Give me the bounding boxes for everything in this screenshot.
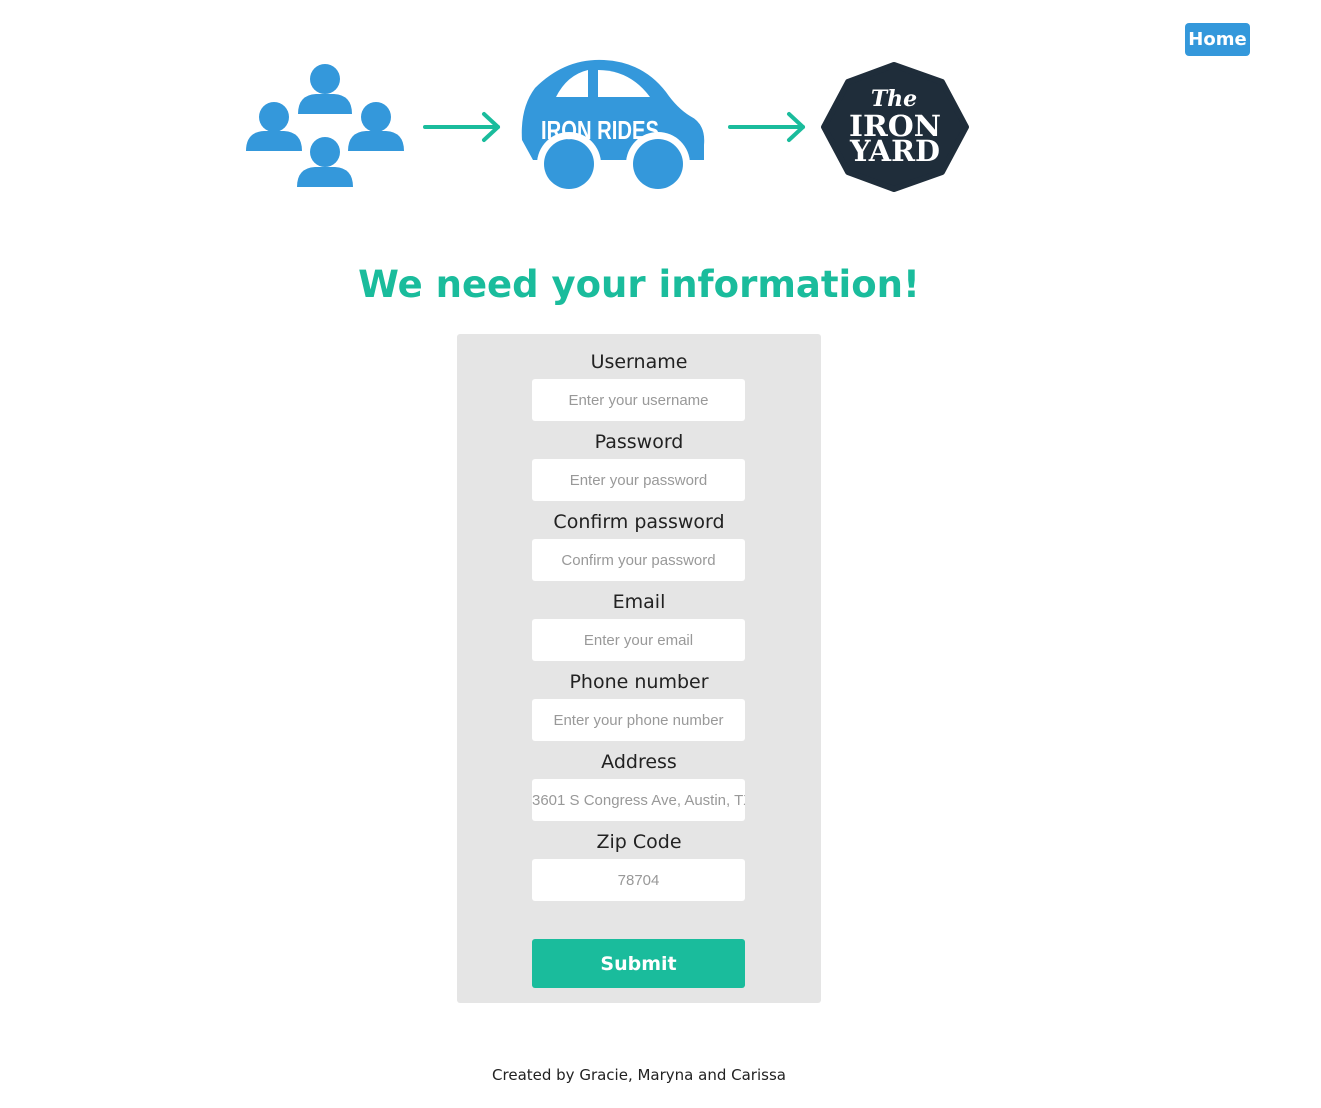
signup-form: Username Password Confirm password Email… xyxy=(457,334,821,1003)
password-input[interactable] xyxy=(532,459,745,501)
ironyard-logo: The IRON YARD xyxy=(821,62,969,192)
username-input[interactable] xyxy=(532,379,745,421)
page-title: We need your information! xyxy=(358,263,920,306)
footer-credits: Created by Gracie, Maryna and Carissa xyxy=(492,1066,786,1084)
arrow-right-icon xyxy=(728,112,805,142)
arrow-right-icon xyxy=(423,112,500,142)
zip-code-input[interactable] xyxy=(532,859,745,901)
ironrides-logo-text: IRON RIDES xyxy=(541,115,659,145)
address-input[interactable] xyxy=(532,779,745,821)
car-icon: IRON RIDES xyxy=(521,59,705,196)
phone-number-input[interactable] xyxy=(532,699,745,741)
confirm-password-input[interactable] xyxy=(532,539,745,581)
address-label: Address xyxy=(601,751,677,773)
phone-number-label: Phone number xyxy=(569,671,709,693)
submit-button[interactable]: Submit xyxy=(532,939,745,988)
username-label: Username xyxy=(590,351,688,373)
password-label: Password xyxy=(594,431,684,453)
zip-code-label: Zip Code xyxy=(596,831,682,853)
hero-banner: IRON RIDES The IRON YARD xyxy=(246,59,969,196)
people-group-icon xyxy=(246,64,404,187)
ironyard-logo-yard: YARD xyxy=(849,134,940,168)
confirm-password-label: Confirm password xyxy=(553,511,725,533)
email-label: Email xyxy=(612,591,666,613)
email-input[interactable] xyxy=(532,619,745,661)
